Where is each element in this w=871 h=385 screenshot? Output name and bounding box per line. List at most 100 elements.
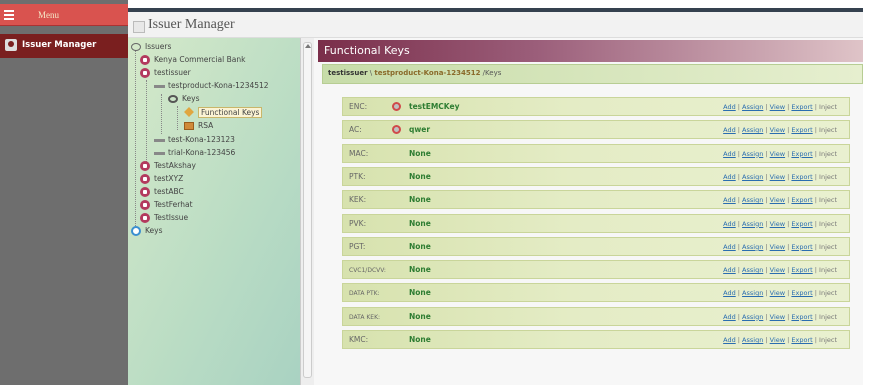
add-link[interactable]: Add xyxy=(723,196,736,204)
tree-node-label: trial-Kona-123456 xyxy=(168,148,236,157)
breadcrumb: testissuer \ testproduct-Kona-1234512 /K… xyxy=(322,64,863,84)
organization-icon xyxy=(140,68,150,78)
export-link[interactable]: Export xyxy=(791,126,812,134)
view-link[interactable]: View xyxy=(770,289,785,297)
menu-button[interactable]: Menu xyxy=(0,4,128,26)
view-link[interactable]: View xyxy=(770,266,785,274)
organization-icon xyxy=(140,55,150,65)
assign-link[interactable]: Assign xyxy=(742,220,763,228)
export-link[interactable]: Export xyxy=(791,313,812,321)
breadcrumb-product[interactable]: testproduct-Kona-1234512 xyxy=(374,69,480,77)
sidebar-item-label: Issuer Manager xyxy=(22,40,97,50)
tree-node-label: RSA xyxy=(198,121,214,130)
key-value: None xyxy=(409,265,431,275)
add-link[interactable]: Add xyxy=(723,313,736,321)
assign-link[interactable]: Assign xyxy=(742,336,763,344)
inject-action[interactable]: Inject xyxy=(819,150,837,158)
key-row: ENC: testEMCKey Add | Assign | View | Expo… xyxy=(342,97,850,116)
scrollbar-thumb[interactable] xyxy=(303,42,312,378)
view-link[interactable]: View xyxy=(770,336,785,344)
tree-connector xyxy=(177,106,178,130)
inject-action[interactable]: Inject xyxy=(819,266,837,274)
view-link[interactable]: View xyxy=(770,243,785,251)
key-actions: Add | Assign | View | Export | Inject xyxy=(723,336,837,344)
view-link[interactable]: View xyxy=(770,173,785,181)
view-link[interactable]: View xyxy=(770,196,785,204)
key-actions: Add | Assign | View | Export | Inject xyxy=(723,289,837,297)
assign-link[interactable]: Assign xyxy=(742,126,763,134)
inject-action[interactable]: Inject xyxy=(819,336,837,344)
export-link[interactable]: Export xyxy=(791,103,812,111)
key-type-label: KEK: xyxy=(349,195,367,205)
tree-connector xyxy=(135,50,136,230)
key-assigned-icon xyxy=(392,102,401,111)
export-link[interactable]: Export xyxy=(791,266,812,274)
view-link[interactable]: View xyxy=(770,126,785,134)
export-link[interactable]: Export xyxy=(791,220,812,228)
export-link[interactable]: Export xyxy=(791,243,812,251)
tree-node-label: testissuer xyxy=(154,68,191,77)
panel-title: Functional Keys xyxy=(324,44,410,57)
organization-icon xyxy=(140,213,150,223)
tree-node-label: testABC xyxy=(154,187,184,196)
inject-action[interactable]: Inject xyxy=(819,243,837,251)
tree-node-label: Keys xyxy=(145,226,163,235)
key-value: None xyxy=(409,288,431,298)
key-row: DATA PTK: None Add | Assign | View | Expor… xyxy=(342,283,850,303)
assign-link[interactable]: Assign xyxy=(742,313,763,321)
assign-link[interactable]: Assign xyxy=(742,196,763,204)
page-scrollbar[interactable] xyxy=(863,8,871,385)
export-link[interactable]: Export xyxy=(791,150,812,158)
key-actions: Add | Assign | View | Export | Inject xyxy=(723,243,837,251)
export-link[interactable]: Export xyxy=(791,173,812,181)
rsa-icon xyxy=(184,122,194,130)
inject-action[interactable]: Inject xyxy=(819,313,837,321)
assign-link[interactable]: Assign xyxy=(742,289,763,297)
inject-action[interactable]: Inject xyxy=(819,126,837,134)
page-header: Issuer Manager xyxy=(128,12,863,38)
view-link[interactable]: View xyxy=(770,220,785,228)
sidebar-item-issuer-manager[interactable]: Issuer Manager xyxy=(0,34,128,58)
assign-link[interactable]: Assign xyxy=(742,243,763,251)
key-assigned-icon xyxy=(392,125,401,135)
key-actions: Add | Assign | View | Export | Inject xyxy=(723,266,837,274)
tree-node-label: TestAkshay xyxy=(154,161,196,170)
add-link[interactable]: Add xyxy=(723,150,736,158)
tree-scrollbar[interactable] xyxy=(300,38,314,385)
inject-action[interactable]: Inject xyxy=(819,103,837,111)
add-link[interactable]: Add xyxy=(723,289,736,297)
add-link[interactable]: Add xyxy=(723,103,736,111)
add-link[interactable]: Add xyxy=(723,126,736,134)
key-type-label: DATA KEK: xyxy=(349,313,381,321)
export-link[interactable]: Export xyxy=(791,289,812,297)
add-link[interactable]: Add xyxy=(723,243,736,251)
assign-link[interactable]: Assign xyxy=(742,266,763,274)
inject-action[interactable]: Inject xyxy=(819,220,837,228)
export-link[interactable]: Export xyxy=(791,196,812,204)
functional-keys-header: Functional Keys xyxy=(318,40,863,62)
assign-link[interactable]: Assign xyxy=(742,173,763,181)
inject-action[interactable]: Inject xyxy=(819,289,837,297)
scroll-up-icon[interactable] xyxy=(305,44,311,48)
assign-link[interactable]: Assign xyxy=(742,103,763,111)
inject-action[interactable]: Inject xyxy=(819,196,837,204)
key-value: None xyxy=(409,171,431,181)
add-link[interactable]: Add xyxy=(723,266,736,274)
add-link[interactable]: Add xyxy=(723,173,736,181)
export-link[interactable]: Export xyxy=(791,336,812,344)
tree-connector xyxy=(146,80,147,162)
key-row: KMC: None Add | Assign | View | Export | I… xyxy=(342,330,850,349)
product-icon xyxy=(154,85,165,88)
breadcrumb-issuer[interactable]: testissuer xyxy=(328,69,368,77)
inject-action[interactable]: Inject xyxy=(819,173,837,181)
view-link[interactable]: View xyxy=(770,313,785,321)
view-link[interactable]: View xyxy=(770,150,785,158)
add-link[interactable]: Add xyxy=(723,220,736,228)
view-link[interactable]: View xyxy=(770,103,785,111)
assign-link[interactable]: Assign xyxy=(742,150,763,158)
key-type-label: KMC: xyxy=(349,335,369,344)
key-row: MAC: None Add | Assign | View | Export | I… xyxy=(342,143,850,163)
keys-circle-icon xyxy=(131,226,141,236)
add-link[interactable]: Add xyxy=(723,336,736,344)
tree-node-label: Issuers xyxy=(145,42,172,51)
